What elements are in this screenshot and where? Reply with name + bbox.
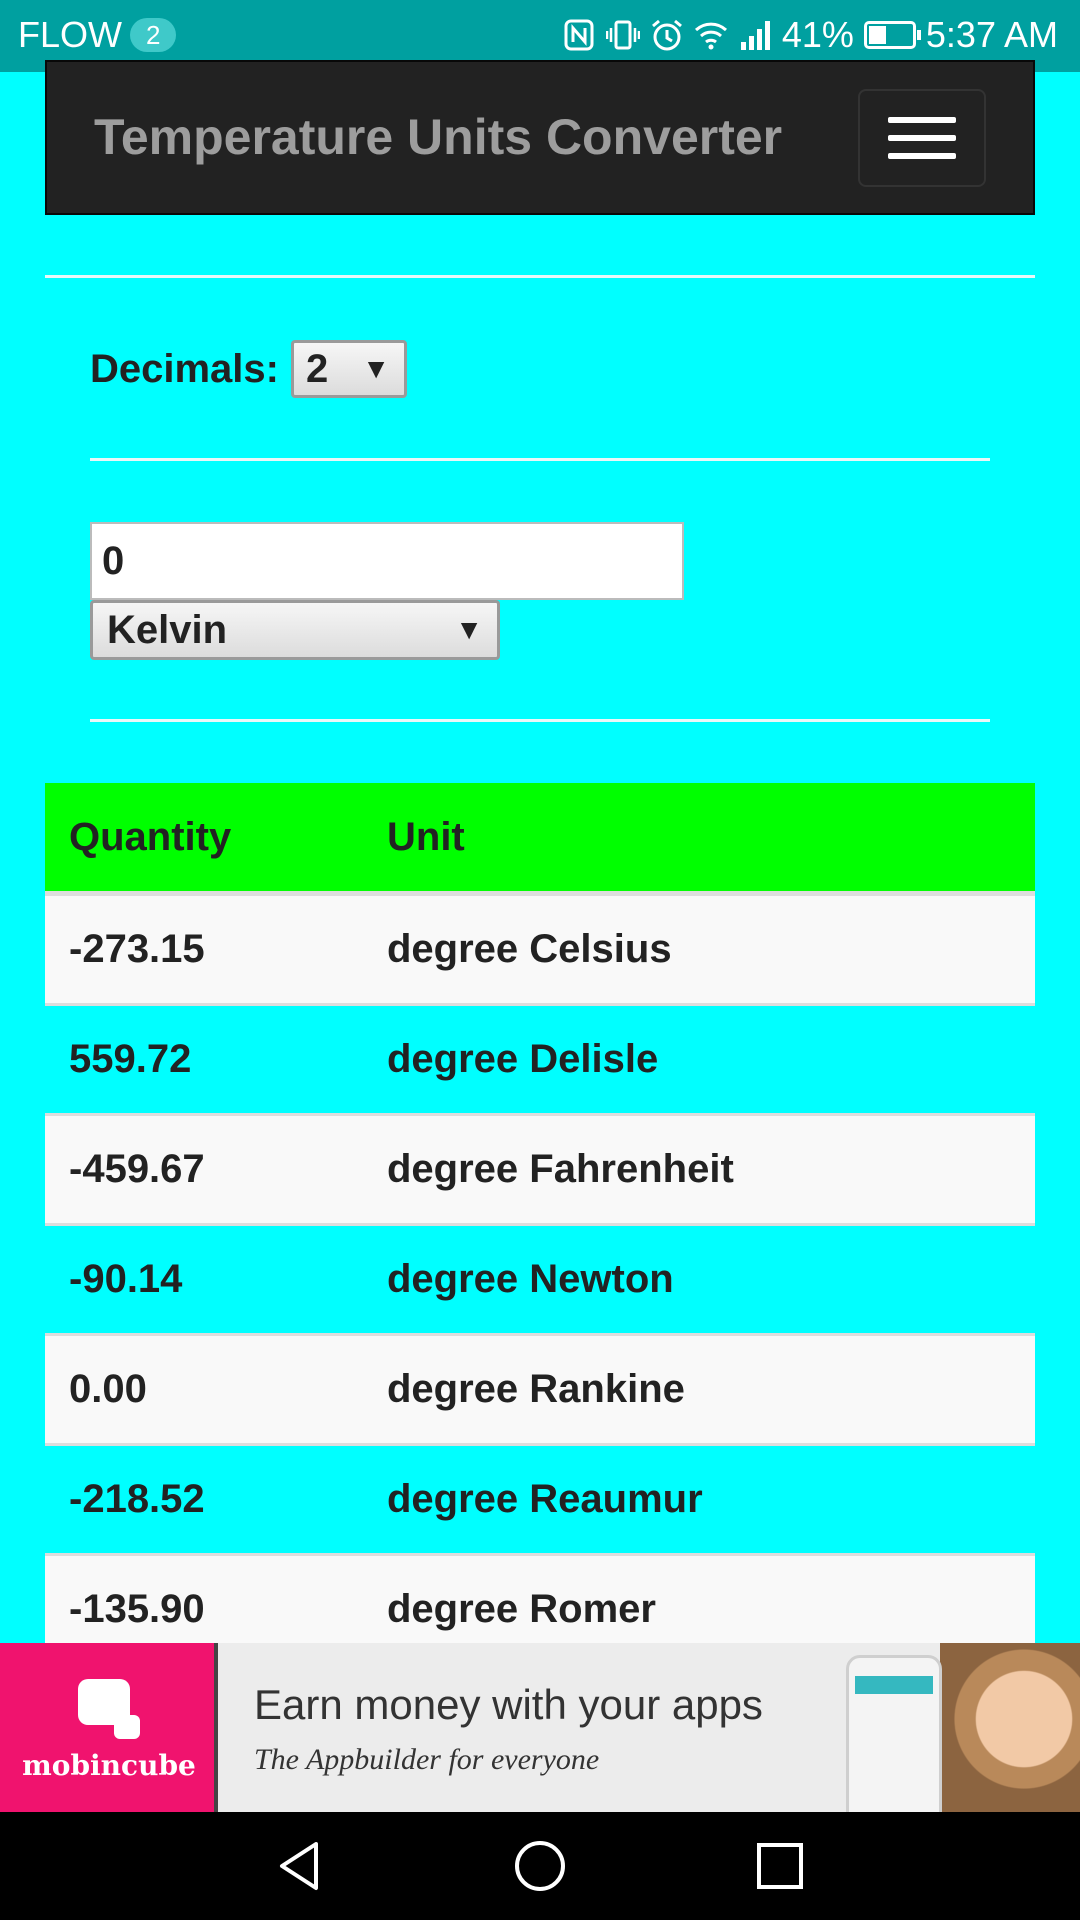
status-left: FLOW 2: [18, 14, 177, 56]
nfc-icon: [562, 18, 596, 52]
ad-person-photo: [940, 1643, 1080, 1812]
home-icon[interactable]: [512, 1838, 568, 1894]
quantity-cell: 559.72: [45, 1003, 387, 1115]
ad-banner[interactable]: mobincube Earn money with your apps The …: [0, 1643, 1080, 1812]
vibrate-icon: [605, 18, 640, 52]
column-header-unit: Unit: [387, 783, 1035, 896]
ad-phone-screen: [855, 1676, 933, 1694]
quantity-cell: -459.67: [45, 1113, 387, 1225]
app-title[interactable]: Temperature Units Converter: [94, 108, 782, 166]
table-row: -90.14 degree Newton: [45, 1223, 1035, 1335]
hamburger-menu-button[interactable]: [858, 89, 986, 187]
column-header-quantity: Quantity: [45, 783, 387, 896]
decimals-select[interactable]: 2 ▼: [290, 340, 407, 398]
hamburger-menu-icon-bar: [888, 135, 956, 141]
battery-level: [868, 26, 886, 44]
dropdown-arrow-icon: ▼: [455, 614, 483, 645]
quantity-cell: -218.52: [45, 1443, 387, 1555]
status-right: 41% 5:37 AM: [562, 14, 1058, 56]
divider: [45, 275, 1035, 278]
alarm-icon: [650, 18, 684, 52]
table-header-row: Quantity Unit: [45, 783, 1035, 896]
unit-cell: degree Delisle: [387, 1003, 1035, 1115]
notification-badge: 2: [130, 18, 177, 52]
unit-select[interactable]: Kelvin ▼: [90, 600, 500, 660]
unit-cell: degree Fahrenheit: [387, 1113, 1035, 1225]
mobincube-logo: mobincube: [0, 1643, 218, 1812]
unit-cell: degree Rankine: [387, 1333, 1035, 1445]
unit-cell: degree Newton: [387, 1223, 1035, 1335]
wifi-icon: [694, 18, 728, 52]
quantity-cell: -90.14: [45, 1223, 387, 1335]
decimals-value: 2: [305, 347, 329, 391]
divider: [90, 719, 990, 722]
mobincube-logo-icon-part: [114, 1715, 140, 1739]
hamburger-menu-icon: [888, 117, 956, 123]
signal-icon: [738, 18, 772, 52]
system-nav-bar: [0, 1812, 1080, 1920]
table-row: -218.52 degree Reaumur: [45, 1443, 1035, 1555]
divider: [90, 458, 990, 461]
battery-percent: 41%: [781, 14, 854, 55]
ad-brand: mobincube: [22, 1749, 196, 1782]
hamburger-menu-icon-bar: [888, 153, 956, 159]
quantity-cell: -273.15: [45, 892, 387, 1005]
carrier-label: FLOW: [18, 14, 122, 55]
ad-headline: Earn money with your apps: [254, 1681, 763, 1728]
ad-tagline: The Appbuilder for everyone: [254, 1743, 600, 1776]
dropdown-arrow-icon: ▼: [362, 353, 390, 384]
recents-icon[interactable]: [752, 1838, 808, 1894]
temperature-value-input[interactable]: 0: [90, 522, 684, 600]
results-table: Quantity Unit -273.15 degree Celsius 559…: [45, 783, 1035, 1663]
decimals-label: Decimals:: [90, 346, 279, 391]
unit-select-value: Kelvin: [107, 608, 228, 652]
battery-icon: [863, 21, 921, 49]
app-navbar: Temperature Units Converter: [45, 60, 1035, 215]
table-row: 0.00 degree Rankine: [45, 1333, 1035, 1445]
table-row: -273.15 degree Celsius: [45, 892, 1035, 1005]
table-row: -459.67 degree Fahrenheit: [45, 1113, 1035, 1225]
table-row: 559.72 degree Delisle: [45, 1003, 1035, 1115]
back-icon[interactable]: [272, 1838, 328, 1894]
ad-phone-image: [846, 1655, 942, 1812]
quantity-cell: 0.00: [45, 1333, 387, 1445]
unit-cell: degree Celsius: [387, 892, 1035, 1005]
decimals-row: Decimals: 2 ▼: [90, 340, 407, 398]
clock: 5:37 AM: [925, 14, 1058, 55]
unit-cell: degree Reaumur: [387, 1443, 1035, 1555]
